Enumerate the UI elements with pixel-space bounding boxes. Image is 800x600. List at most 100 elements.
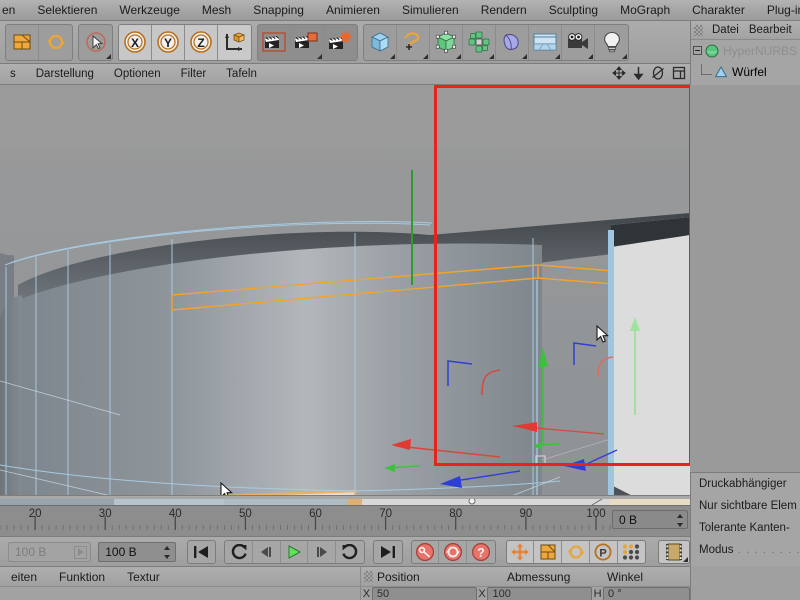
pan-view-icon[interactable] xyxy=(612,66,626,80)
next-key-button[interactable] xyxy=(336,541,364,563)
coord-winkel-h-field[interactable]: 0 ° xyxy=(603,587,690,600)
add-light-flyout-corner[interactable] xyxy=(622,54,627,59)
step-back-button[interactable] xyxy=(253,541,281,563)
menu-datei-partial[interactable]: en xyxy=(0,0,26,21)
play-icon xyxy=(285,544,303,560)
p-circle-icon: P xyxy=(593,542,613,562)
menu-sculpting[interactable]: Sculpting xyxy=(538,0,609,21)
lock-x-axis-button[interactable]: X xyxy=(119,25,152,60)
sb-menu-bearbeiten-partial[interactable]: eiten xyxy=(0,567,48,587)
menu-mesh[interactable]: Mesh xyxy=(191,0,242,21)
add-scene-object-flyout-corner[interactable] xyxy=(555,54,560,59)
menu-plugins[interactable]: Plug-ins xyxy=(756,0,800,21)
render-region-button[interactable] xyxy=(291,25,324,60)
add-light-button[interactable] xyxy=(595,25,628,60)
om-menu-datei[interactable]: Datei xyxy=(707,24,744,36)
step-forward-button[interactable] xyxy=(308,541,336,563)
add-cube-button[interactable] xyxy=(364,25,397,60)
record-parameter-button[interactable]: P xyxy=(590,541,618,563)
render-settings-button[interactable] xyxy=(324,25,357,60)
world-object-coords-button[interactable] xyxy=(218,25,251,60)
menu-simulieren[interactable]: Simulieren xyxy=(391,0,470,21)
menu-werkzeuge[interactable]: Werkzeuge xyxy=(108,0,190,21)
3d-viewport[interactable]: 3. 4. xyxy=(0,85,690,505)
add-spline-button[interactable] xyxy=(397,25,430,60)
add-modeling-object-button[interactable] xyxy=(463,25,496,60)
svg-text:40: 40 xyxy=(169,508,182,520)
menu-selektieren[interactable]: Selektieren xyxy=(26,0,108,21)
coord-position-x-field[interactable]: 50 xyxy=(372,587,477,600)
sb-menu-textur[interactable]: Textur xyxy=(116,567,171,587)
lock-y-axis-button[interactable]: Y xyxy=(152,25,185,60)
coordinates-gripper-icon[interactable] xyxy=(364,571,373,582)
sb-menu-funktion[interactable]: Funktion xyxy=(48,567,116,587)
autokeying-button[interactable] xyxy=(439,541,467,563)
current-frame-spinner[interactable] xyxy=(676,514,683,527)
menu-snapping[interactable]: Snapping xyxy=(242,0,315,21)
viewmenu-filter[interactable]: Filter xyxy=(171,64,217,85)
add-deformer-flyout-corner[interactable] xyxy=(522,54,527,59)
record-pla-button[interactable] xyxy=(618,541,646,563)
attr-modus-label: Modus xyxy=(699,544,734,556)
menu-rendern[interactable]: Rendern xyxy=(470,0,538,21)
om-item-wuerfel[interactable]: Würfel xyxy=(691,61,800,82)
tool-select-flyout-corner[interactable] xyxy=(106,54,111,59)
add-generator-button[interactable] xyxy=(430,25,463,60)
go-to-start-button[interactable] xyxy=(188,541,216,563)
tool-undo-button[interactable] xyxy=(6,25,39,60)
toolbar-group-axis-lock: X Y Z xyxy=(118,24,252,61)
add-camera-flyout-corner[interactable] xyxy=(588,54,593,59)
menu-animieren[interactable]: Animieren xyxy=(315,0,391,21)
attr-tolerante-kantenselektion[interactable]: Tolerante Kanten- xyxy=(691,517,800,539)
lock-z-axis-button[interactable]: Z xyxy=(185,25,218,60)
viewmenu-optionen[interactable]: Optionen xyxy=(104,64,171,85)
render-region-icon xyxy=(294,31,320,53)
ghost-field-arrow-icon[interactable] xyxy=(74,546,87,559)
coord-abmessung-x-field[interactable]: 100 xyxy=(487,587,592,600)
add-modeling-object-flyout-corner[interactable] xyxy=(489,54,494,59)
viewmenu-ansicht-partial[interactable]: s xyxy=(0,64,26,85)
attr-druckabhaengiger[interactable]: Druckabhängiger xyxy=(691,473,800,495)
preview-end-field[interactable]: 100 B xyxy=(98,542,175,562)
menu-mograph[interactable]: MoGraph xyxy=(609,0,681,21)
add-cube-flyout-corner[interactable] xyxy=(390,54,395,59)
add-spline-flyout-corner[interactable] xyxy=(423,54,428,59)
add-generator-flyout-corner[interactable] xyxy=(456,54,461,59)
record-position-button[interactable] xyxy=(412,541,440,563)
record-rotate-button[interactable] xyxy=(562,541,590,563)
record-scale-button[interactable] xyxy=(534,541,562,563)
attr-modus[interactable]: Modus . . . . . . . . xyxy=(691,539,800,561)
render-region-flyout-corner[interactable] xyxy=(317,54,322,59)
cube-object-icon xyxy=(714,65,728,79)
maximize-view-icon[interactable] xyxy=(672,66,686,80)
panel-gripper-icon[interactable] xyxy=(694,25,703,36)
expander-collapse-icon[interactable] xyxy=(693,46,702,55)
rotate-view-icon[interactable] xyxy=(651,66,665,80)
go-to-end-button[interactable] xyxy=(374,541,402,563)
timeline-ruler[interactable]: 2030405060708090100 xyxy=(0,505,690,536)
keying-help-button[interactable]: ? xyxy=(467,541,495,563)
play-button[interactable] xyxy=(281,541,309,563)
add-camera-button[interactable] xyxy=(562,25,595,60)
add-scene-object-button[interactable] xyxy=(529,25,562,60)
record-translate-button[interactable] xyxy=(507,541,535,563)
render-view-button[interactable] xyxy=(258,25,291,60)
viewport-scene xyxy=(0,85,690,505)
viewmenu-tafeln[interactable]: Tafeln xyxy=(216,64,267,85)
dolly-view-icon[interactable] xyxy=(633,66,644,80)
tool-live-selection-button[interactable] xyxy=(39,25,72,60)
add-deformer-button[interactable] xyxy=(496,25,529,60)
preview-end-spinner[interactable] xyxy=(164,546,171,559)
previous-key-button[interactable] xyxy=(225,541,253,563)
timeline-toggle-button[interactable] xyxy=(659,541,689,563)
current-frame-field[interactable]: 0 B xyxy=(612,510,688,529)
document-end-ghost-field[interactable]: 100 B xyxy=(8,542,91,562)
viewmenu-darstellung[interactable]: Darstellung xyxy=(26,64,104,85)
tool-select-button[interactable] xyxy=(79,25,112,60)
timeline-toggle-flyout-corner[interactable] xyxy=(683,557,688,562)
om-menu-bearbeiten[interactable]: Bearbeit xyxy=(744,24,797,36)
animation-track-strip[interactable] xyxy=(0,495,690,505)
attr-nur-sichtbare-elemente[interactable]: Nur sichtbare Elem xyxy=(691,495,800,517)
menu-charakter[interactable]: Charakter xyxy=(681,0,756,21)
om-item-hypernurbs[interactable]: HyperNURBS xyxy=(691,40,800,61)
